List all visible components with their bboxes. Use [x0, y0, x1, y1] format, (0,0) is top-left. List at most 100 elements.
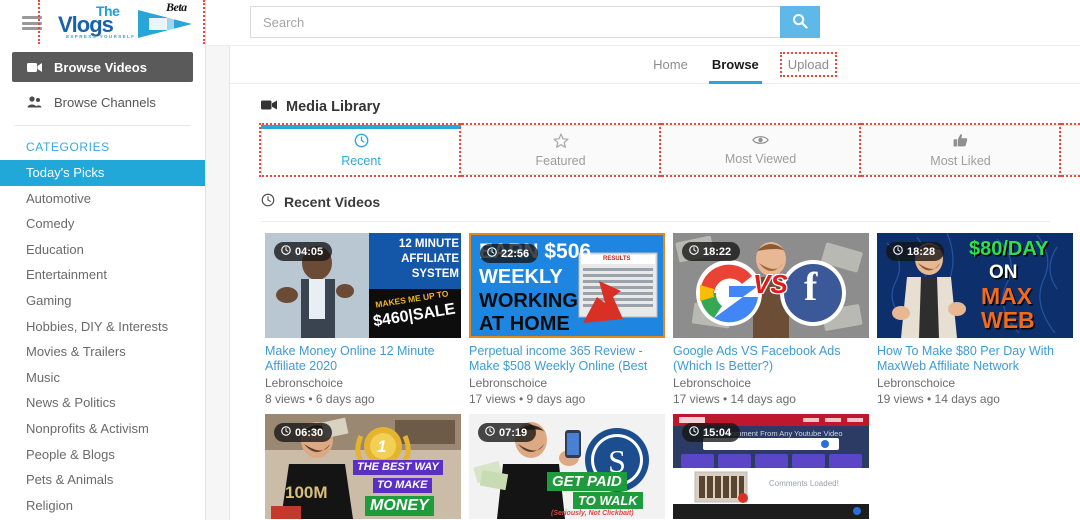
tab-most-commented[interactable]: Most Commented: [1059, 123, 1080, 177]
thumb-caption-1: GET PAID: [547, 472, 627, 491]
thumb-caption-4: AT HOME: [479, 313, 570, 335]
beta-badge: Beta: [166, 0, 187, 14]
video-title-link[interactable]: Perpetual income 365 Review - Make $508 …: [469, 344, 665, 373]
video-card[interactable]: EARN $506 WEEKLY WORKING AT HOME RESULTS…: [469, 233, 665, 406]
tab-recent[interactable]: Recent: [258, 123, 464, 177]
video-card[interactable]: Pick A Comment From Any Youtube Video Co…: [673, 414, 869, 519]
video-card[interactable]: S GET PAID TO WALK (Seriously, Not Click…: [469, 414, 665, 519]
main-content: Media Library Recent Featured Most Viewe…: [231, 84, 1080, 520]
video-channel[interactable]: Lebronschoice: [265, 376, 461, 390]
sidebar-item-comedy[interactable]: Comedy: [0, 211, 205, 237]
video-thumbnail[interactable]: EARN $506 WEEKLY WORKING AT HOME RESULTS…: [469, 233, 665, 338]
sidebar-item-pets-animals[interactable]: Pets & Animals: [0, 467, 205, 493]
video-card[interactable]: $80/DAY ON MAX WEB 18:28 How To Make $80…: [877, 233, 1073, 406]
video-camera-icon: [26, 62, 43, 73]
sidebar-item-label: Browse Videos: [54, 59, 147, 75]
sidebar-item-music[interactable]: Music: [0, 365, 205, 391]
sidebar-item-nonprofits[interactable]: Nonprofits & Activism: [0, 416, 205, 442]
thumb-caption-1: $80/DAY: [969, 238, 1049, 260]
thumb-caption-2: VS: [753, 269, 788, 299]
duration-text: 18:22: [703, 245, 732, 258]
clock-icon: [261, 193, 275, 210]
tab-label: Most Viewed: [724, 152, 797, 166]
content-gutter: [206, 46, 230, 520]
thumb-caption-2: WEEKLY: [479, 266, 563, 288]
sidebar-item-hobbies[interactable]: Hobbies, DIY & Interests: [0, 314, 205, 340]
duration-badge: 07:19: [478, 423, 537, 442]
sidebar-item-people-blogs[interactable]: People & Blogs: [0, 442, 205, 468]
video-thumbnail[interactable]: 12 MINUTE AFFILIATE SYSTEM MAKES ME UP T…: [265, 233, 461, 338]
video-thumbnail[interactable]: S GET PAID TO WALK (Seriously, Not Click…: [469, 414, 665, 519]
clock-icon: [354, 133, 369, 151]
media-library-tabs: Recent Featured Most Viewed Most Liked M…: [258, 123, 1080, 177]
video-card[interactable]: 1 100M THE BEST WAY TO MAKE MONEY 06:30: [265, 414, 461, 519]
video-grid: 12 MINUTE AFFILIATE SYSTEM MAKES ME UP T…: [231, 222, 1080, 519]
thumb-caption-3: f: [804, 264, 818, 309]
thumb-caption-2: AFFILIATE: [401, 253, 459, 265]
video-card[interactable]: 12 MINUTE AFFILIATE SYSTEM MAKES ME UP T…: [265, 233, 461, 406]
clock-icon: [485, 426, 495, 439]
search-icon: [792, 13, 808, 32]
sidebar-item-entertainment[interactable]: Entertainment: [0, 262, 205, 288]
sidebar-item-browse-videos[interactable]: Browse Videos: [12, 52, 193, 82]
video-title-link[interactable]: Google Ads VS Facebook Ads (Which Is Bet…: [673, 344, 869, 373]
video-title-link[interactable]: Make Money Online 12 Minute Affiliate 20…: [265, 344, 461, 373]
annotation-line-right: [203, 0, 205, 44]
clock-icon: [281, 245, 291, 258]
thumb-caption-1: THE BEST WAY: [353, 460, 443, 475]
sidebar-item-movies-trailers[interactable]: Movies & Trailers: [0, 339, 205, 365]
sidebar-item-religion[interactable]: Religion: [0, 493, 205, 519]
thumb-caption-3: MONEY: [365, 496, 434, 516]
search-input[interactable]: [250, 6, 780, 38]
nav-tab-upload[interactable]: Upload: [779, 52, 838, 77]
sidebar-item-news-politics[interactable]: News & Politics: [0, 390, 205, 416]
video-thumbnail[interactable]: $80/DAY ON MAX WEB 18:28: [877, 233, 1073, 338]
duration-badge: 18:28: [886, 242, 945, 261]
thumb-caption-2: ON: [989, 262, 1018, 283]
thumb-caption-2: TO WALK: [573, 492, 643, 509]
logo-the-text: The: [96, 3, 120, 19]
sidebar-item-education[interactable]: Education: [0, 237, 205, 263]
primary-nav: Home Browse Upload: [230, 46, 1080, 84]
sidebar-item-todays-picks[interactable]: Today's Picks: [0, 160, 205, 186]
tab-label: Featured: [535, 153, 586, 168]
site-logo[interactable]: Vlogs The EXPRESS YOURSELF Beta: [50, 0, 200, 46]
sidebar-item-gaming[interactable]: Gaming: [0, 288, 205, 314]
categories-heading: CATEGORIES: [26, 140, 110, 154]
brand-bar: Vlogs The EXPRESS YOURSELF Beta: [0, 0, 205, 48]
video-channel[interactable]: Lebronschoice: [877, 376, 1073, 390]
tab-featured[interactable]: Featured: [459, 123, 664, 177]
tab-most-liked[interactable]: Most Liked: [859, 123, 1064, 177]
video-thumbnail[interactable]: Pick A Comment From Any Youtube Video Co…: [673, 414, 869, 519]
media-library-title: Media Library: [286, 99, 381, 115]
thumb-caption-4: WEB: [981, 307, 1035, 333]
nav-tab-home[interactable]: Home: [653, 46, 688, 84]
video-title-link[interactable]: How To Make $80 Per Day With MaxWeb Affi…: [877, 344, 1073, 373]
clock-icon: [689, 245, 699, 258]
media-library-header: Media Library: [231, 84, 1080, 115]
video-channel[interactable]: Lebronschoice: [673, 376, 869, 390]
clock-icon: [487, 247, 497, 260]
thumb-caption-3: WORKING: [479, 290, 578, 312]
sidebar-item-automotive[interactable]: Automotive: [0, 186, 205, 212]
sidebar-item-label: Browse Channels: [54, 94, 156, 110]
star-icon: [552, 132, 569, 151]
video-thumbnail[interactable]: f VS 18:22: [673, 233, 869, 338]
search-button[interactable]: [780, 6, 820, 38]
video-meta: 17 views • 14 days ago: [673, 392, 796, 406]
tab-most-viewed[interactable]: Most Viewed: [659, 123, 864, 177]
recent-videos-title: Recent Videos: [284, 193, 381, 210]
thumb-caption-3: SYSTEM: [411, 268, 459, 280]
video-card[interactable]: f VS 18:22 Google Ads VS Facebook Ads (W…: [673, 233, 869, 406]
video-channel[interactable]: Lebronschoice: [469, 376, 665, 390]
duration-text: 18:28: [907, 245, 936, 258]
nav-tab-browse[interactable]: Browse: [708, 46, 762, 84]
video-meta: 19 views • 14 days ago: [877, 392, 1000, 406]
thumb-caption-5: 100M: [285, 483, 328, 502]
top-bar: [206, 0, 1080, 46]
thumb-caption-5: RESULTS: [603, 256, 631, 262]
tab-label: Most Liked: [930, 153, 991, 168]
sidebar: Vlogs The EXPRESS YOURSELF Beta Browse V…: [0, 0, 206, 520]
video-thumbnail[interactable]: 1 100M THE BEST WAY TO MAKE MONEY 06:30: [265, 414, 461, 519]
sidebar-item-browse-channels[interactable]: Browse Channels: [12, 87, 193, 117]
